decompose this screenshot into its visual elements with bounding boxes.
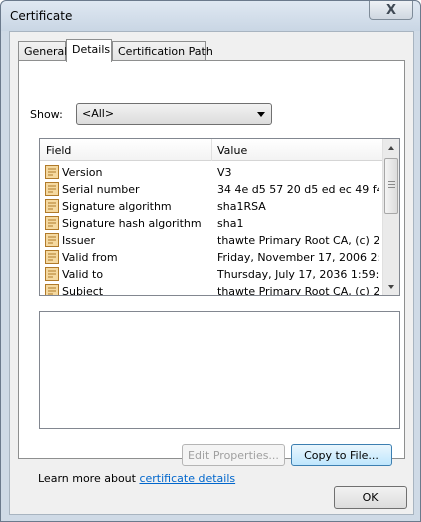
list-item[interactable]: Serial number 34 4e d5 57 20 d5 ed ec 49 … (40, 181, 382, 198)
close-icon: X (385, 2, 397, 18)
tab-details-label: Details (72, 43, 111, 56)
grip-line (388, 187, 395, 188)
list-item[interactable]: Valid to Thursday, July 17, 2036 1:59:... (40, 266, 382, 283)
list-item[interactable]: Valid from Friday, November 17, 2006 2:..… (40, 249, 382, 266)
certificate-field-icon (45, 216, 59, 230)
copy-to-file-button[interactable]: Copy to File... (291, 444, 392, 466)
tab-certification-path[interactable]: Certification Path (112, 41, 213, 61)
dialog-client: General Details Certification Path Show:… (9, 31, 414, 515)
field-value: 34 4e d5 57 20 d5 ed ec 49 f4 ... (217, 183, 379, 196)
learn-more-text: Learn more about certificate details (38, 472, 235, 485)
field-name: Subject (62, 285, 104, 296)
field-value: V3 (217, 166, 232, 179)
column-header-value[interactable]: Value (217, 144, 247, 157)
certificate-field-icon (45, 233, 59, 247)
close-button[interactable]: X (369, 1, 413, 20)
details-panel: Show: <All> Field Value Version V3 Serial … (18, 60, 405, 485)
scroll-down-icon (388, 284, 394, 289)
edit-properties-button[interactable]: Edit Properties... (182, 444, 285, 466)
column-header-field[interactable]: Field (46, 144, 71, 157)
field-name: Valid to (62, 268, 104, 281)
field-name: Version (62, 166, 103, 179)
tab-certification-path-label: Certification Path (118, 45, 213, 58)
certificate-details-link[interactable]: certificate details (139, 472, 235, 485)
grip-line (388, 184, 395, 185)
field-value: thawte Primary Root CA, (c) 2... (217, 285, 379, 296)
list-item[interactable]: Subject thawte Primary Root CA, (c) 2... (40, 283, 382, 296)
certificate-field-icon (45, 284, 59, 295)
vertical-scrollbar[interactable] (382, 139, 399, 295)
certificate-window: Certificate X General Details Certificat… (0, 0, 421, 522)
field-list[interactable]: Field Value Version V3 Serial number 34 4e … (39, 138, 400, 296)
field-value: Friday, November 17, 2006 2:... (217, 251, 379, 264)
scroll-up-icon (388, 145, 394, 150)
show-label: Show: (30, 108, 63, 121)
list-item[interactable]: Version V3 (40, 164, 382, 181)
list-item[interactable]: Issuer thawte Primary Root CA, (c) 2... (40, 232, 382, 249)
list-item[interactable]: Signature hash algorithm sha1 (40, 215, 382, 232)
field-name: Signature algorithm (62, 200, 172, 213)
ok-label: OK (362, 491, 379, 504)
field-name: Serial number (62, 183, 140, 196)
title-bar: Certificate X (1, 1, 420, 31)
certificate-field-icon (45, 165, 59, 179)
learn-more-prefix: Learn more about (38, 472, 140, 485)
window-title: Certificate (10, 9, 73, 23)
dropdown-arrow-icon (257, 112, 265, 117)
certificate-field-icon (45, 267, 59, 281)
tab-general[interactable]: General (18, 41, 68, 61)
certificate-field-icon (45, 199, 59, 213)
ok-button[interactable]: OK (334, 486, 407, 509)
copy-to-file-label: Copy to File... (304, 448, 379, 462)
field-value: sha1RSA (217, 200, 266, 213)
list-header: Field Value (40, 139, 382, 161)
edit-properties-label: Edit Properties... (188, 448, 279, 462)
field-value: thawte Primary Root CA, (c) 2... (217, 234, 379, 247)
tab-details[interactable]: Details (66, 39, 112, 62)
field-value: Thursday, July 17, 2036 1:59:... (217, 268, 379, 281)
list-rows: Version V3 Serial number 34 4e d5 57 20 d5 … (40, 164, 382, 296)
scroll-up-button[interactable] (383, 139, 399, 156)
field-value: sha1 (217, 217, 244, 230)
scroll-down-button[interactable] (383, 278, 399, 295)
field-name: Issuer (62, 234, 95, 247)
certificate-field-icon (45, 182, 59, 196)
column-divider[interactable] (211, 139, 212, 161)
show-dropdown[interactable]: <All> (76, 103, 272, 125)
tab-general-label: General (24, 45, 68, 58)
show-dropdown-value: <All> (82, 107, 115, 120)
list-item[interactable]: Signature algorithm sha1RSA (40, 198, 382, 215)
grip-line (388, 181, 395, 182)
field-name: Signature hash algorithm (62, 217, 202, 230)
field-name: Valid from (62, 251, 118, 264)
scroll-thumb[interactable] (384, 158, 398, 214)
field-detail-box[interactable] (39, 311, 400, 429)
certificate-field-icon (45, 250, 59, 264)
